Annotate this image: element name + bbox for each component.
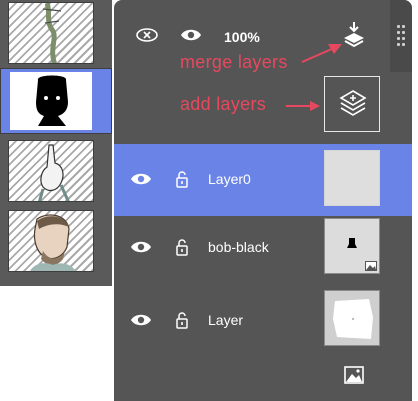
white-shape-preview	[333, 299, 373, 339]
add-layers-annotation: add layers	[180, 94, 267, 114]
layer-row-layer0[interactable]: Layer0	[114, 144, 412, 216]
layer-name[interactable]: Layer0	[208, 171, 251, 187]
add-layer-icon	[339, 90, 367, 116]
layer-visibility-icon[interactable]	[130, 240, 152, 254]
layer-visibility-icon[interactable]	[130, 172, 152, 186]
silhouette-preview	[347, 238, 357, 248]
merge-annotation-arrow	[301, 44, 342, 63]
layer-lock-icon[interactable]	[176, 170, 188, 188]
image-icon[interactable]	[344, 366, 364, 384]
frame-3-sketch	[38, 144, 70, 201]
layer-name[interactable]: bob-black	[208, 239, 269, 255]
layer-thumbnail[interactable]	[324, 150, 380, 206]
frame-2-silhouette	[36, 75, 68, 126]
image-badge-icon	[365, 261, 377, 271]
layer-lock-icon[interactable]	[176, 311, 188, 329]
frame-thumbnail-4[interactable]	[8, 210, 94, 272]
add-annotation-arrow	[286, 101, 320, 111]
layers-panel: 100% merge layers add layers Layer0 bob-…	[114, 0, 412, 401]
layer-visibility-icon[interactable]	[130, 313, 152, 327]
frames-strip	[0, 0, 112, 286]
layer-row-layer[interactable]: Layer	[114, 288, 412, 360]
hide-all-icon[interactable]	[136, 28, 158, 42]
layer-thumbnail[interactable]	[324, 290, 380, 346]
visibility-icon[interactable]	[180, 28, 202, 42]
frame-1-sketch	[42, 3, 62, 63]
frame-thumbnail-3[interactable]	[8, 140, 94, 202]
opacity-value[interactable]: 100%	[224, 29, 260, 45]
frame-thumbnail-1[interactable]	[8, 2, 94, 64]
panel-grip[interactable]	[390, 0, 412, 72]
frame-thumbnail-2[interactable]	[8, 70, 94, 132]
merge-layers-annotation: merge layers	[180, 52, 288, 72]
add-layer-button[interactable]	[324, 76, 380, 132]
layer-lock-icon[interactable]	[176, 238, 188, 256]
layer-name[interactable]: Layer	[208, 312, 243, 328]
frame-4-sketch	[30, 214, 76, 271]
layer-thumbnail[interactable]	[324, 218, 380, 274]
layer-row-bob-black[interactable]: bob-black	[114, 216, 412, 288]
